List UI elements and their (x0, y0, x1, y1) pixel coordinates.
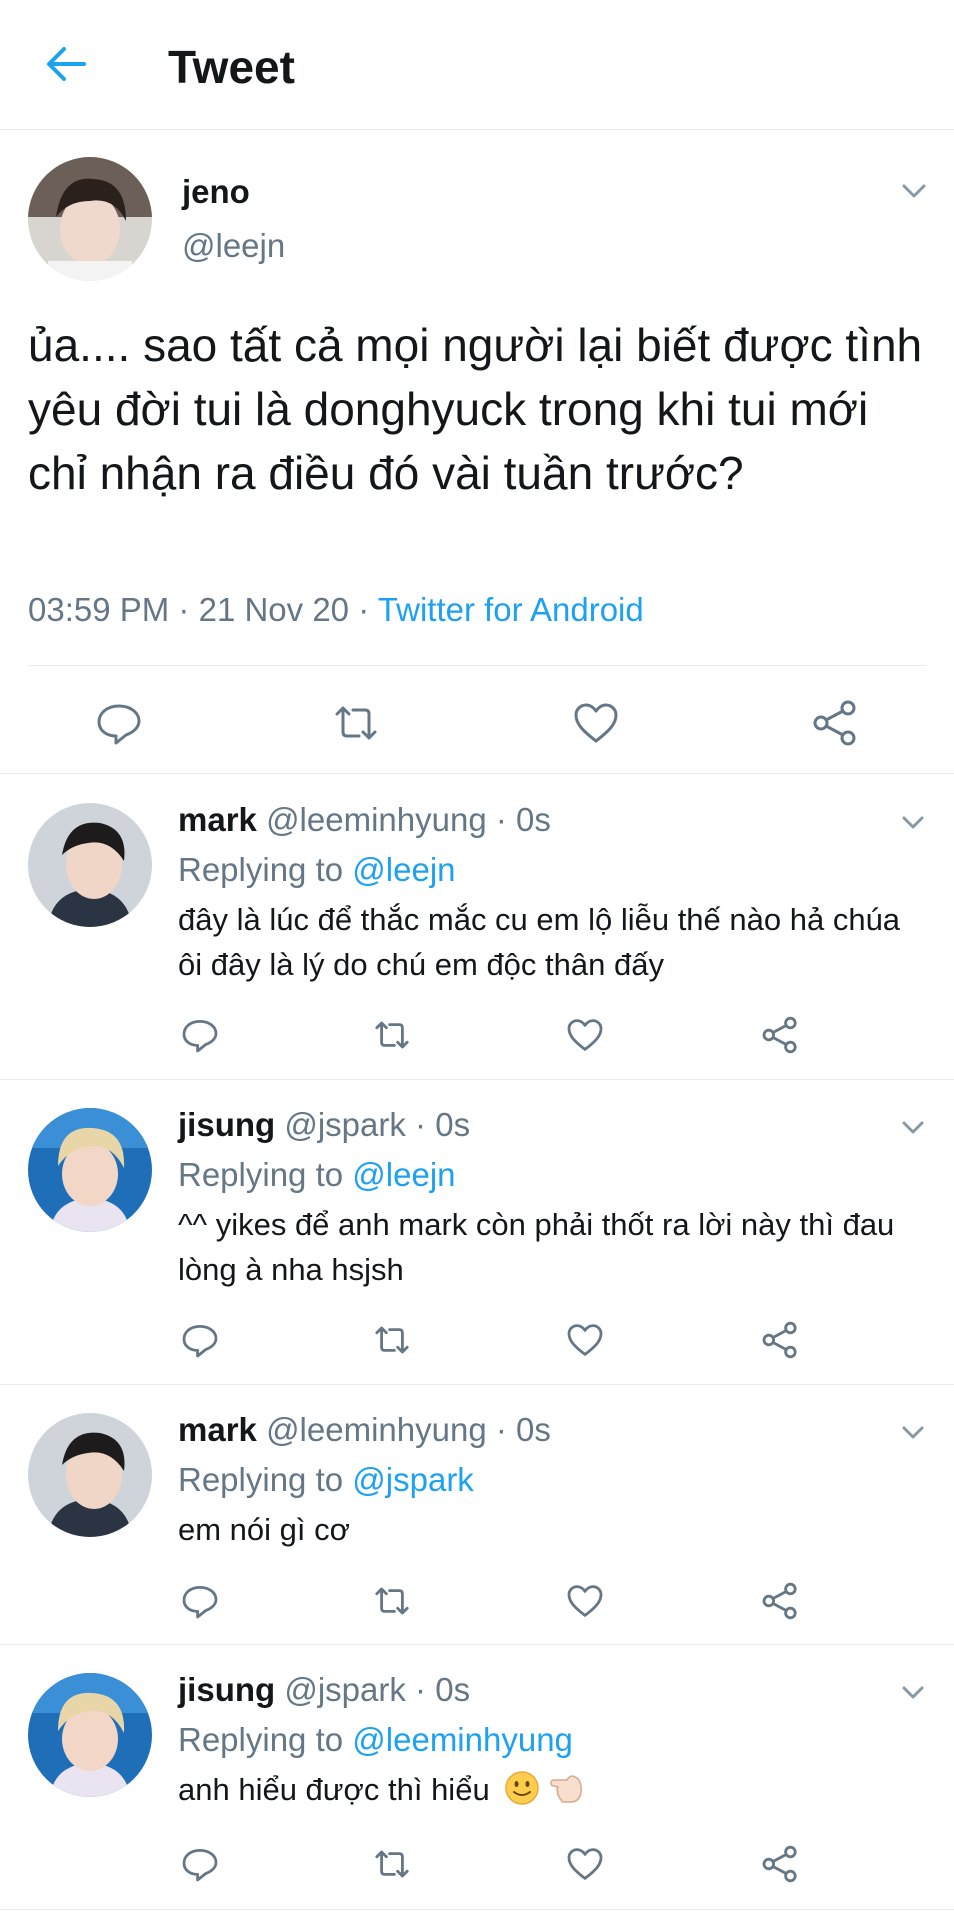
avatar[interactable] (28, 1108, 152, 1232)
tweet-date: 21 Nov 20 (198, 591, 350, 628)
separator-dot: · (415, 1106, 427, 1143)
replying-to-label: Replying to (178, 1721, 344, 1758)
reply-author-name[interactable]: mark (178, 801, 257, 838)
reply-time: 0s (435, 1671, 471, 1708)
reply-header: jisung @jspark · 0s (178, 1106, 470, 1144)
reply-text-row: anh hiểu được thì hiểu (178, 1767, 918, 1812)
reply-text: anh hiểu được thì hiểu (178, 1772, 490, 1807)
replying-to-handle[interactable]: @leeminhyung (352, 1721, 573, 1758)
reply-icon[interactable] (94, 698, 144, 748)
reply-author-handle[interactable]: @leeminhyung (266, 1411, 487, 1448)
reply-tweet[interactable]: jisung @jspark · 0s Replying to @leejn ^… (0, 1080, 954, 1385)
chevron-down-icon[interactable] (898, 1112, 928, 1142)
like-icon[interactable] (565, 1581, 605, 1621)
share-icon[interactable] (760, 1015, 800, 1055)
replying-to-label: Replying to (178, 1156, 344, 1193)
chevron-down-icon[interactable] (898, 175, 930, 207)
like-icon[interactable] (565, 1844, 605, 1884)
author-name[interactable]: jeno (182, 173, 250, 211)
replying-to-handle[interactable]: @leejn (352, 851, 455, 888)
replying-to-label: Replying to (178, 1461, 344, 1498)
share-icon[interactable] (760, 1844, 800, 1884)
reply-tweet[interactable]: jisung @jspark · 0s Replying to @leeminh… (0, 1645, 954, 1910)
separator-dot: · (358, 591, 370, 628)
reply-actions (0, 1005, 954, 1065)
like-icon[interactable] (565, 1015, 605, 1055)
retweet-icon[interactable] (331, 698, 381, 748)
main-tweet: jeno @leejn ủa.... sao tất cả mọi người … (0, 131, 954, 774)
share-icon[interactable] (760, 1581, 800, 1621)
back-arrow-icon[interactable] (40, 38, 92, 90)
reply-tweet[interactable]: mark @leeminhyung · 0s Replying to @jspa… (0, 1385, 954, 1645)
reply-author-handle[interactable]: @jspark (284, 1106, 406, 1143)
retweet-icon[interactable] (372, 1581, 412, 1621)
reply-icon[interactable] (180, 1844, 220, 1884)
reply-text: em nói gì cơ (178, 1512, 350, 1547)
separator-dot: · (495, 801, 507, 838)
page-title: Tweet (168, 41, 295, 93)
reply-icon[interactable] (180, 1320, 220, 1360)
replying-to: Replying to @leeminhyung (178, 1721, 573, 1759)
avatar[interactable] (28, 803, 152, 927)
retweet-icon[interactable] (372, 1844, 412, 1884)
reply-tweet[interactable]: mark @leeminhyung · 0s Replying to @leej… (0, 775, 954, 1080)
reply-actions (0, 1834, 954, 1894)
avatar[interactable] (28, 1673, 152, 1797)
share-icon[interactable] (760, 1320, 800, 1360)
tweet-source-link[interactable]: Twitter for Android (378, 591, 644, 628)
share-icon[interactable] (810, 698, 860, 748)
reply-text: đây là lúc để thắc mắc cu em lộ liễu thế… (178, 902, 901, 982)
divider (28, 665, 926, 666)
reply-header: mark @leeminhyung · 0s (178, 801, 551, 839)
like-icon[interactable] (565, 1320, 605, 1360)
reply-header: jisung @jspark · 0s (178, 1671, 470, 1709)
author-handle[interactable]: @leejn (182, 227, 285, 265)
avatar[interactable] (28, 157, 152, 281)
reply-actions (0, 1310, 954, 1370)
retweet-icon[interactable] (372, 1015, 412, 1055)
replying-to-handle[interactable]: @leejn (352, 1156, 455, 1193)
reply-text: ^^ yikes để anh mark còn phải thốt ra lờ… (178, 1207, 895, 1287)
reply-author-handle[interactable]: @jspark (284, 1671, 406, 1708)
reply-icon[interactable] (180, 1581, 220, 1621)
backhand-index-pointing-left-emoji (550, 1775, 582, 1803)
separator-dot: · (415, 1671, 427, 1708)
separator-dot: · (178, 591, 190, 628)
avatar[interactable] (28, 1413, 152, 1537)
reply-author-handle[interactable]: @leeminhyung (266, 801, 487, 838)
tweet-actions (0, 676, 954, 774)
reply-time: 0s (516, 1411, 551, 1448)
chevron-down-icon[interactable] (898, 1417, 928, 1447)
slightly-smiling-face-emoji (505, 1771, 540, 1805)
reply-actions (0, 1571, 954, 1631)
replying-to: Replying to @jspark (178, 1461, 474, 1499)
chevron-down-icon[interactable] (898, 807, 928, 837)
replying-to: Replying to @leejn (178, 1156, 456, 1194)
tweet-meta: 03:59 PM · 21 Nov 20 · Twitter for Andro… (28, 591, 644, 629)
separator-dot: · (495, 1411, 507, 1448)
replying-to-label: Replying to (178, 851, 344, 888)
reply-icon[interactable] (180, 1015, 220, 1055)
reply-time: 0s (435, 1106, 471, 1143)
chevron-down-icon[interactable] (898, 1677, 928, 1707)
replying-to-handle[interactable]: @jspark (352, 1461, 474, 1498)
tweet-text: ủa.... sao tất cả mọi người lại biết đượ… (28, 319, 923, 499)
top-bar: Tweet (0, 0, 954, 130)
reply-author-name[interactable]: jisung (178, 1671, 275, 1708)
reply-author-name[interactable]: mark (178, 1411, 257, 1448)
reply-time: 0s (516, 801, 551, 838)
retweet-icon[interactable] (372, 1320, 412, 1360)
like-icon[interactable] (571, 698, 621, 748)
replying-to: Replying to @leejn (178, 851, 456, 889)
tweet-time: 03:59 PM (28, 591, 170, 628)
reply-header: mark @leeminhyung · 0s (178, 1411, 551, 1449)
reply-author-name[interactable]: jisung (178, 1106, 275, 1143)
